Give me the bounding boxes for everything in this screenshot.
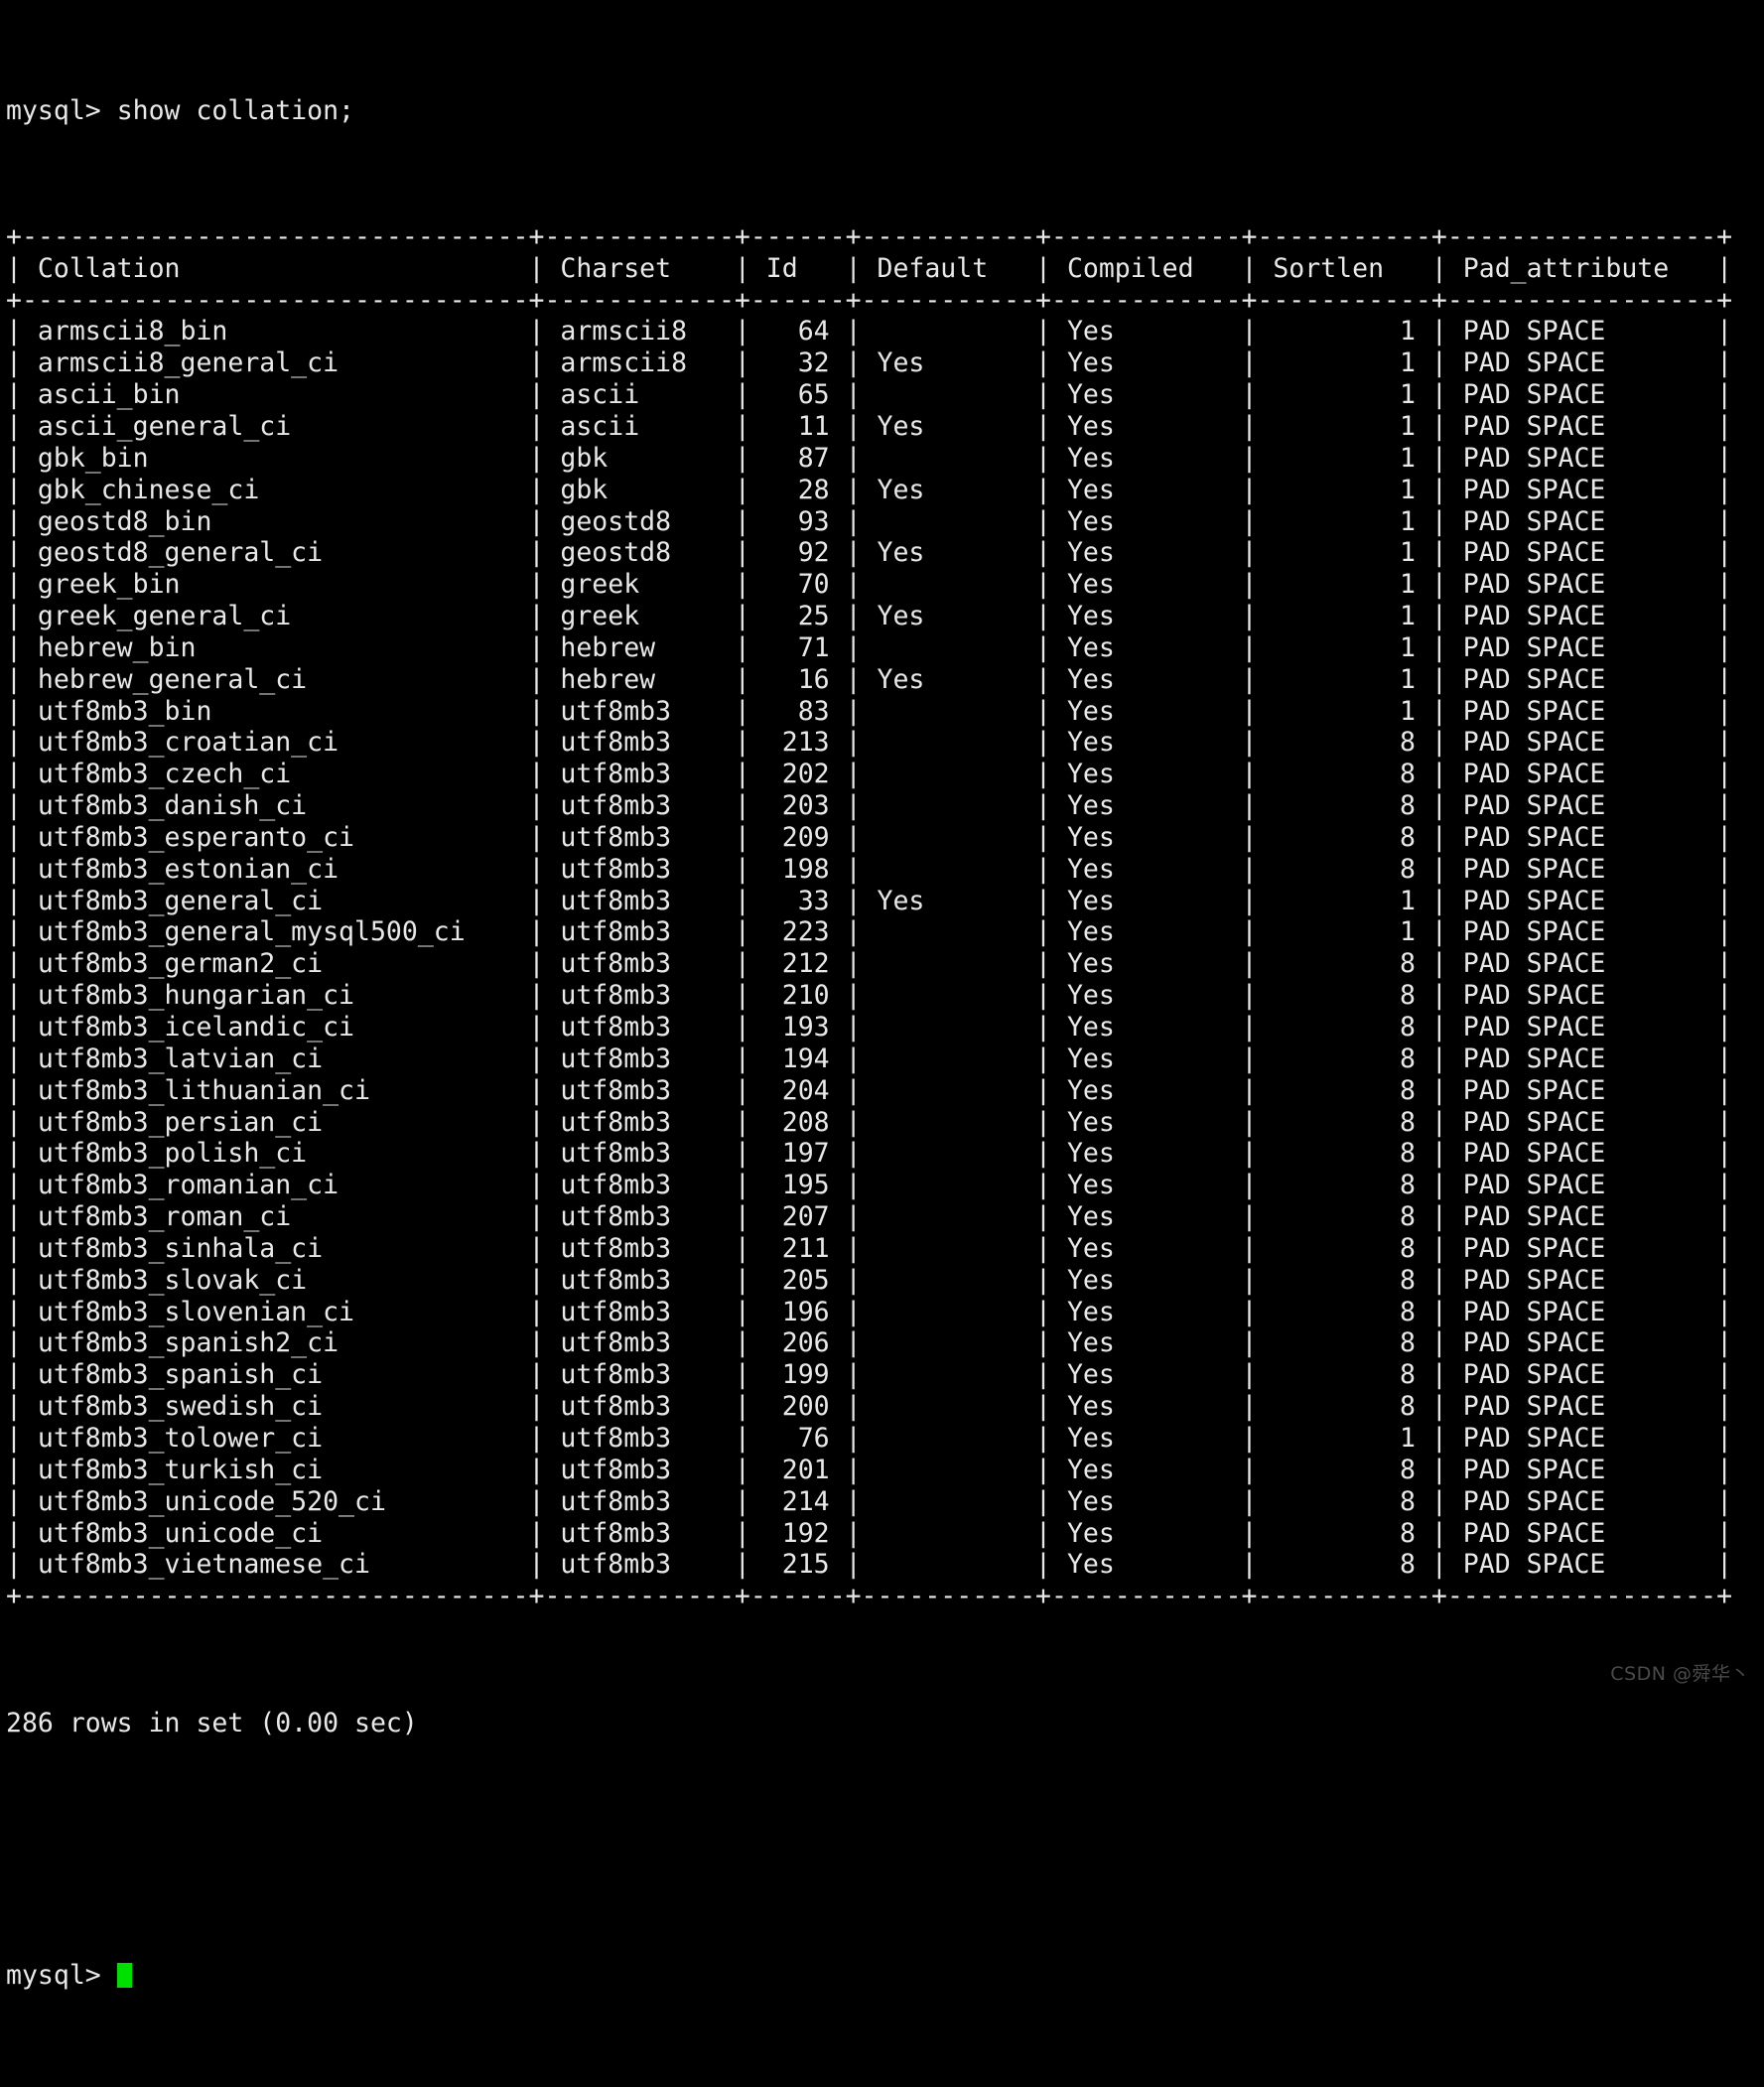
table-row: | utf8mb3_tolower_ci | utf8mb3 | 76 | | … — [6, 1422, 1733, 1454]
table-header-separator: +--------------------------------+------… — [6, 284, 1733, 316]
table-row: | gbk_bin | gbk | 87 | | Yes | 1 | PAD S… — [6, 442, 1733, 474]
table-row: | utf8mb3_romanian_ci | utf8mb3 | 195 | … — [6, 1170, 1733, 1201]
table-row: | utf8mb3_unicode_520_ci | utf8mb3 | 214… — [6, 1485, 1733, 1517]
table-row: | utf8mb3_bin | utf8mb3 | 83 | | Yes | 1… — [6, 695, 1733, 727]
shell-prompt: mysql> — [6, 94, 101, 126]
table-row: | utf8mb3_slovenian_ci | utf8mb3 | 196 |… — [6, 1296, 1733, 1327]
table-row: | utf8mb3_turkish_ci | utf8mb3 | 201 | |… — [6, 1454, 1733, 1485]
table-row: | geostd8_bin | geostd8 | 93 | | Yes | 1… — [6, 505, 1733, 537]
table-row: | utf8mb3_estonian_ci | utf8mb3 | 198 | … — [6, 853, 1733, 885]
table-row: | utf8mb3_spanish2_ci | utf8mb3 | 206 | … — [6, 1327, 1733, 1359]
table-row: | utf8mb3_esperanto_ci | utf8mb3 | 209 |… — [6, 821, 1733, 853]
block-cursor-icon — [116, 1963, 132, 1989]
command-text: show collation; — [100, 94, 355, 126]
final-prompt-line[interactable]: mysql> — [6, 1960, 1764, 1992]
watermark-label: CSDN @舜华丶 — [1610, 1663, 1750, 1686]
table-row: | armscii8_general_ci | armscii8 | 32 | … — [6, 348, 1733, 379]
table-row: | utf8mb3_czech_ci | utf8mb3 | 202 | | Y… — [6, 759, 1733, 790]
table-top-border: +--------------------------------+------… — [6, 220, 1733, 252]
table-row: | utf8mb3_slovak_ci | utf8mb3 | 205 | | … — [6, 1264, 1733, 1296]
table-row: | utf8mb3_latvian_ci | utf8mb3 | 194 | |… — [6, 1043, 1733, 1074]
table-row: | utf8mb3_lithuanian_ci | utf8mb3 | 204 … — [6, 1074, 1733, 1106]
table-row: | utf8mb3_roman_ci | utf8mb3 | 207 | | Y… — [6, 1201, 1733, 1233]
table-row: | utf8mb3_polish_ci | utf8mb3 | 197 | | … — [6, 1138, 1733, 1170]
table-bottom-border: +--------------------------------+------… — [6, 1581, 1733, 1612]
table-row: | utf8mb3_spanish_ci | utf8mb3 | 199 | |… — [6, 1359, 1733, 1391]
table-row: | utf8mb3_danish_ci | utf8mb3 | 203 | | … — [6, 790, 1733, 822]
table-row: | hebrew_bin | hebrew | 71 | | Yes | 1 |… — [6, 631, 1733, 663]
rows-count-status: 286 rows in set (0.00 sec) — [6, 1707, 418, 1739]
table-row: | utf8mb3_sinhala_ci | utf8mb3 | 211 | |… — [6, 1232, 1733, 1264]
table-row: | ascii_general_ci | ascii | 11 | Yes | … — [6, 410, 1733, 442]
table-row: | utf8mb3_vietnamese_ci | utf8mb3 | 215 … — [6, 1549, 1733, 1581]
table-row: | utf8mb3_hungarian_ci | utf8mb3 | 210 |… — [6, 980, 1733, 1012]
table-row: | gbk_chinese_ci | gbk | 28 | Yes | Yes … — [6, 474, 1733, 505]
table-row: | utf8mb3_general_ci | utf8mb3 | 33 | Ye… — [6, 885, 1733, 916]
table-row: | utf8mb3_icelandic_ci | utf8mb3 | 193 |… — [6, 1012, 1733, 1043]
table-row: | utf8mb3_unicode_ci | utf8mb3 | 192 | |… — [6, 1517, 1733, 1549]
table-row: | utf8mb3_german2_ci | utf8mb3 | 212 | |… — [6, 948, 1733, 980]
query-result-table: +--------------------------------+------… — [6, 221, 1764, 1612]
command-line: mysql> show collation; — [6, 95, 1764, 127]
table-row: | utf8mb3_persian_ci | utf8mb3 | 208 | |… — [6, 1106, 1733, 1138]
table-row: | greek_general_ci | greek | 25 | Yes | … — [6, 601, 1733, 632]
shell-prompt: mysql> — [6, 1960, 101, 1992]
table-row: | utf8mb3_croatian_ci | utf8mb3 | 213 | … — [6, 727, 1733, 759]
terminal-window[interactable]: mysql> show collation; +----------------… — [0, 0, 1764, 1991]
table-row: | greek_bin | greek | 70 | | Yes | 1 | P… — [6, 569, 1733, 601]
table-header-row: | Collation | Charset | Id | Default | C… — [6, 252, 1733, 284]
table-row: | hebrew_general_ci | hebrew | 16 | Yes … — [6, 663, 1733, 695]
table-row: | utf8mb3_swedish_ci | utf8mb3 | 200 | |… — [6, 1391, 1733, 1423]
table-row: | utf8mb3_general_mysql500_ci | utf8mb3 … — [6, 916, 1733, 948]
table-row: | armscii8_bin | armscii8 | 64 | | Yes |… — [6, 316, 1733, 348]
table-row: | ascii_bin | ascii | 65 | | Yes | 1 | P… — [6, 379, 1733, 411]
table-row: | geostd8_general_ci | geostd8 | 92 | Ye… — [6, 537, 1733, 569]
